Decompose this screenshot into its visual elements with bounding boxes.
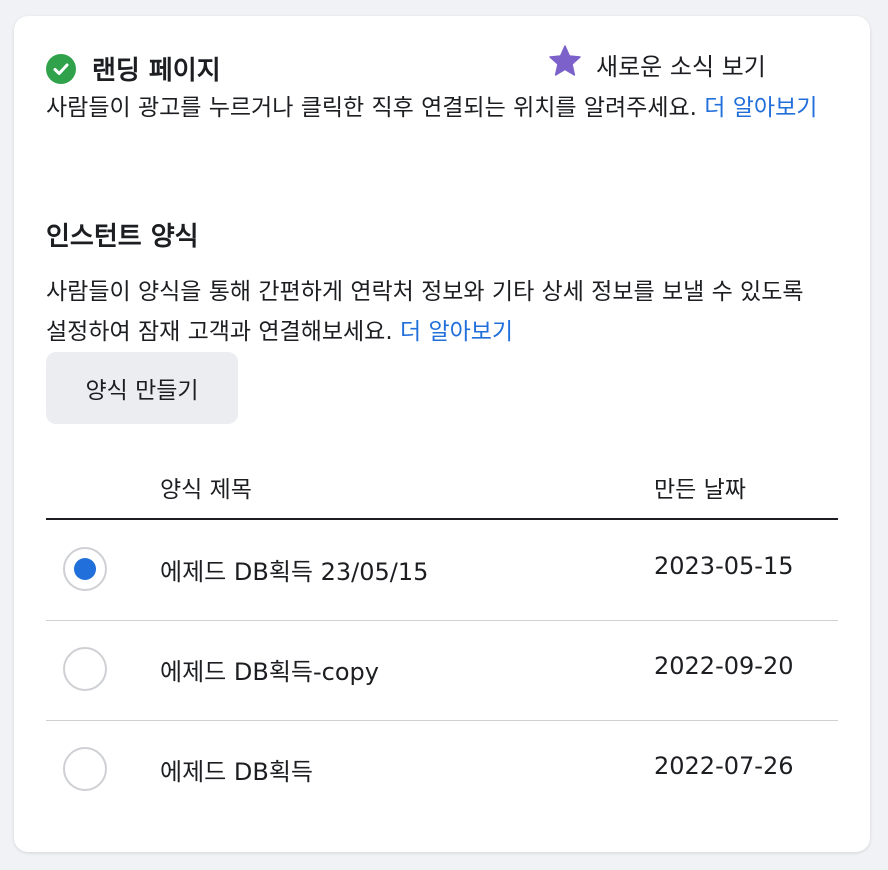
check-circle-icon xyxy=(46,54,76,84)
radio-button-selected[interactable] xyxy=(63,547,107,591)
form-title-cell: 에제드 DB획득-copy xyxy=(160,658,379,686)
instant-form-description: 사람들이 양식을 통해 간편하게 연락처 정보와 기타 상세 정보를 보낼 수 … xyxy=(46,279,804,345)
table-row[interactable]: 에제드 DB획득-copy 2022-09-20 xyxy=(46,620,838,721)
radio-button[interactable] xyxy=(63,747,107,791)
table-row[interactable]: 에제드 DB획득 23/05/15 2023-05-15 xyxy=(46,520,838,621)
landing-page-title: 랜딩 페이지 xyxy=(92,56,221,86)
table-header: 양식 제목 만든 날짜 xyxy=(46,462,838,520)
forms-table: 양식 제목 만든 날짜 에제드 DB획득 23/05/15 2023-05-15… xyxy=(46,462,838,791)
form-date-cell: 2022-07-26 xyxy=(654,752,794,780)
radio-button[interactable] xyxy=(63,647,107,691)
form-title-cell: 에제드 DB획득 xyxy=(160,758,313,786)
column-header-title: 양식 제목 xyxy=(160,477,252,503)
table-row[interactable]: 에제드 DB획득 2022-07-26 xyxy=(46,720,838,820)
instant-form-title: 인스턴트 양식 xyxy=(46,222,199,252)
whats-new-link[interactable]: 새로운 소식 보기 xyxy=(548,44,766,84)
create-form-button[interactable]: 양식 만들기 xyxy=(46,352,238,424)
form-title-cell: 에제드 DB획득 23/05/15 xyxy=(160,558,429,586)
instant-form-learn-more-link[interactable]: 더 알아보기 xyxy=(400,319,513,345)
column-header-date: 만든 날짜 xyxy=(654,477,746,503)
landing-learn-more-link[interactable]: 더 알아보기 xyxy=(704,95,817,121)
form-date-cell: 2023-05-15 xyxy=(654,552,794,580)
star-icon xyxy=(548,44,582,84)
form-date-cell: 2022-09-20 xyxy=(654,652,794,680)
landing-page-card: 랜딩 페이지 새로운 소식 보기 사람들이 광고를 누르거나 클릭한 직후 연결… xyxy=(14,16,870,852)
whats-new-label: 새로운 소식 보기 xyxy=(596,52,766,81)
landing-page-description: 사람들이 광고를 누르거나 클릭한 직후 연결되는 위치를 알려주세요. 더 알… xyxy=(46,95,818,121)
